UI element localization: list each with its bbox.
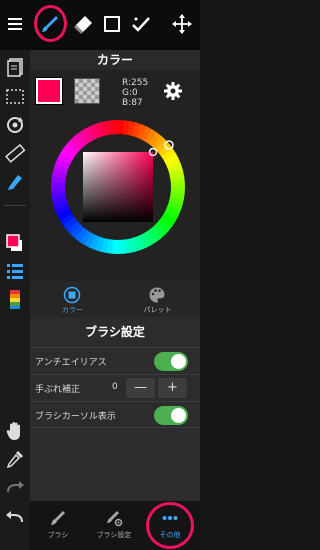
antialias-row: アンチエイリアス	[30, 347, 200, 374]
brush-icon	[49, 509, 67, 527]
bottom-tab-brush[interactable]: ブラシ	[30, 501, 86, 550]
bottom-tab-bar: ブラシ ブラシ設定 その他	[30, 500, 200, 550]
side-panel: カラー R:255 G:0 B:87 カラー パレット ブラシ設定 アンチエイリ…	[30, 50, 200, 500]
hand-icon[interactable]	[4, 420, 26, 442]
selection-icon[interactable]	[101, 13, 123, 35]
more-dots-icon	[161, 509, 179, 527]
tab-palette[interactable]: パレット	[115, 281, 200, 317]
eraser-icon[interactable]	[72, 13, 94, 35]
tab-color[interactable]: カラー	[30, 281, 115, 317]
brush-cursor-toggle[interactable]	[154, 406, 188, 425]
color-area: R:255 G:0 B:87	[30, 70, 200, 281]
color-mode-tabs: カラー パレット	[30, 281, 200, 317]
antialias-label: アンチエイリアス	[35, 358, 107, 368]
menu-icon[interactable]	[4, 13, 26, 35]
color-panel-title: カラー	[30, 50, 200, 70]
brush-settings-icon	[105, 509, 123, 527]
redo-icon[interactable]	[4, 476, 26, 498]
transparent-color-swatch[interactable]	[74, 78, 100, 104]
left-tool-rail	[0, 50, 30, 550]
toggle-knob	[171, 354, 186, 369]
ruler-icon[interactable]	[4, 142, 26, 164]
stripe-palette-icon[interactable]	[4, 288, 26, 310]
bottom-tab-brush-settings[interactable]: ブラシ設定	[86, 501, 142, 550]
stabilizer-label: 手ぶれ補正	[35, 385, 81, 395]
stabilizer-plus-button[interactable]: +	[158, 378, 187, 398]
tab-palette-label: パレット	[143, 306, 172, 314]
list-icon[interactable]	[4, 260, 26, 282]
antialias-toggle[interactable]	[154, 352, 188, 371]
brush-cursor-row: ブラシカーソル表示	[30, 401, 200, 428]
top-toolbar	[0, 0, 200, 50]
bottom-tab-brush-settings-label: ブラシ設定	[96, 531, 132, 539]
stabilizer-row: 手ぶれ補正 0 — +	[30, 374, 200, 401]
bottom-tab-brush-label: ブラシ	[47, 531, 69, 539]
color-swatch-icon[interactable]	[4, 232, 26, 254]
brush-icon[interactable]	[39, 13, 61, 35]
toggle-knob	[171, 408, 186, 423]
color-wheel[interactable]	[49, 118, 187, 256]
select-area-icon[interactable]	[4, 86, 26, 108]
brush-cursor-label: ブラシカーソル表示	[35, 412, 116, 422]
palette-icon	[148, 286, 166, 304]
bottom-tab-other-label: その他	[159, 531, 181, 539]
pen-tool-icon[interactable]	[4, 170, 26, 192]
stabilizer-value: 0	[112, 382, 118, 392]
layers-icon[interactable]	[4, 56, 26, 78]
stabilizer-minus-button[interactable]: —	[126, 378, 155, 398]
move-icon[interactable]	[171, 13, 193, 35]
gear-icon[interactable]	[163, 81, 183, 101]
primary-color-swatch[interactable]	[35, 77, 63, 105]
rotate-icon[interactable]	[4, 114, 26, 136]
brush-settings-title: ブラシ設定	[30, 317, 200, 347]
bottom-tab-other[interactable]: その他	[142, 501, 198, 550]
tab-color-label: カラー	[62, 306, 83, 314]
color-circle-icon	[63, 286, 81, 304]
check-icon[interactable]	[130, 13, 152, 35]
rail-divider	[4, 205, 26, 206]
rgb-blue-value: B:87	[122, 98, 143, 108]
undo-icon[interactable]	[4, 506, 26, 528]
eyedropper-icon[interactable]	[4, 448, 26, 470]
rgb-green-value: G:0	[122, 88, 138, 98]
rgb-red-value: R:255	[122, 78, 149, 88]
